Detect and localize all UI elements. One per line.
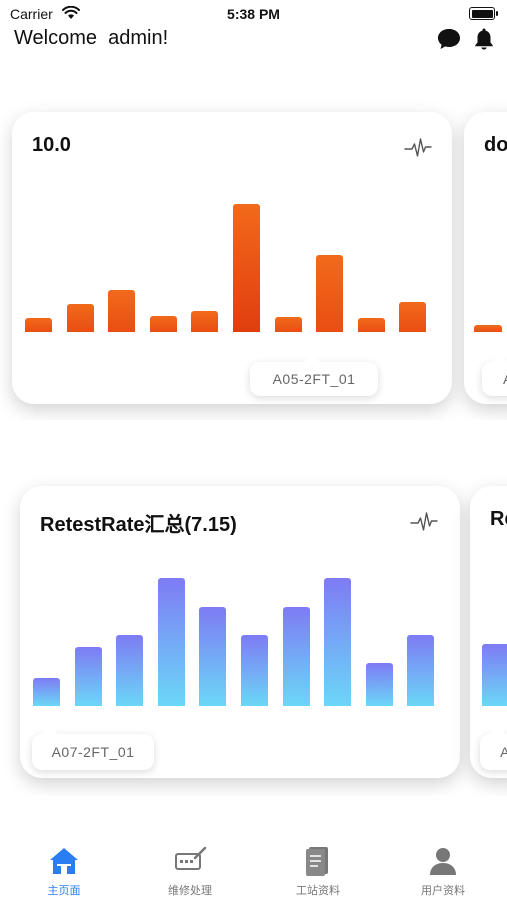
chart-tooltip: A07-2FT_01 [32,726,154,770]
bell-icon[interactable] [471,26,497,52]
battery-icon [469,7,498,20]
document-icon [306,847,328,876]
chart-carousel-1[interactable]: 10.0 A05-2FT_01 do A0 [0,100,507,420]
chart-card[interactable]: do A0 [464,112,507,404]
repair-icon [175,846,207,870]
chart-tooltip: A [480,726,507,770]
chart-card[interactable]: Re A [470,486,507,778]
tab-label: 维修处理 [168,885,212,897]
chart-carousel-2[interactable]: RetestRate汇总(7.15) A07-2FT_01 Re A [0,476,507,796]
chart-bar[interactable] [474,325,502,332]
chart-bar[interactable] [25,318,52,332]
card-title: RetestRate汇总(7.15) [40,514,237,536]
bar-chart [470,566,507,706]
home-icon [50,848,78,874]
tab-label: 工站资料 [296,885,340,897]
chart-card[interactable]: RetestRate汇总(7.15) A07-2FT_01 [20,486,460,778]
chat-icon[interactable] [436,26,462,52]
bar-chart [464,192,507,332]
tab-station[interactable]: 工站资料 [258,844,378,898]
bar-chart [12,192,452,332]
chart-card[interactable]: 10.0 A05-2FT_01 [12,112,452,404]
chart-bar[interactable] [399,302,427,332]
bar-chart [20,566,460,706]
chart-bar[interactable] [116,635,144,706]
chart-bar[interactable] [74,647,102,706]
chart-bar[interactable] [482,644,507,706]
chart-bar[interactable] [66,304,94,332]
chart-bar[interactable] [157,578,185,706]
user-icon [430,848,456,875]
card-title: Re [490,508,507,530]
chart-bar[interactable] [407,635,435,706]
chart-bar[interactable] [33,678,60,706]
tab-home[interactable]: 主页面 [4,844,124,898]
chart-bar[interactable] [365,663,393,706]
card-title: do [484,134,507,156]
chart-bar[interactable] [149,316,177,332]
tab-label: 主页面 [47,885,81,897]
tab-repair[interactable]: 维修处理 [130,844,250,898]
chart-bar[interactable] [357,318,385,332]
chart-bar[interactable] [108,290,136,332]
welcome-text: Welcome admin! [14,27,169,49]
chart-bar[interactable] [282,607,310,706]
chart-bar[interactable] [191,311,219,332]
chart-bar[interactable] [233,204,260,332]
status-bar: Carrier 5:38 PM [0,0,507,28]
tab-bar: 主页面 维修处理 工站资料 用户资料 [0,830,507,900]
pulse-icon[interactable] [410,508,438,536]
card-title: 10.0 [32,134,71,156]
tab-label: 用户资料 [421,885,465,897]
chart-bar[interactable] [241,635,268,706]
chart-bar[interactable] [274,317,302,332]
chart-bar[interactable] [316,255,344,332]
tab-user[interactable]: 用户资料 [383,844,503,898]
chart-bar[interactable] [199,607,227,706]
pulse-icon[interactable] [404,134,432,162]
chart-tooltip: A0 [482,354,507,396]
status-time: 5:38 PM [227,6,280,22]
chart-tooltip: A05-2FT_01 [250,354,378,396]
chart-bar[interactable] [324,578,352,706]
